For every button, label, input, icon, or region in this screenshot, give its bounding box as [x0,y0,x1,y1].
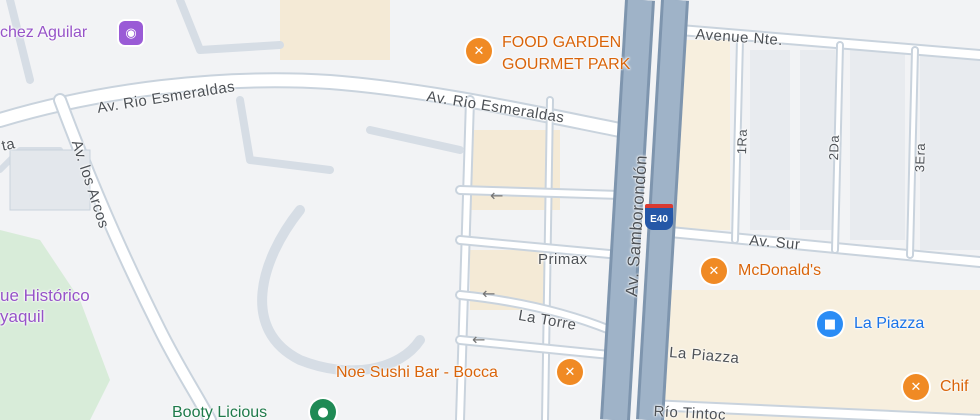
place-label-chif[interactable]: Chif [940,378,968,396]
building-block [280,0,390,60]
road-label-left-edge: ta [0,135,17,155]
place-label-parque-historico-1[interactable]: ue Histórico [0,286,90,306]
tree-icon[interactable]: ● [310,399,336,420]
place-label-parque-historico-2[interactable]: yaquil [0,307,44,327]
shopping-bag-icon[interactable]: ■ [817,311,843,337]
road-label-rio-tinto: Río Tintoc [653,403,727,420]
arrow-left-icon: ← [472,330,486,349]
place-label-noe-sushi[interactable]: Noe Sushi Bar - Bocca [336,364,498,382]
cocktail-icon[interactable]: ◉ [119,21,143,45]
road-label-1ra: 1Ra [734,128,750,155]
fork-knife-icon[interactable]: ✕ [701,258,727,284]
road-label-2da: 2Da [826,134,842,161]
fork-knife-icon[interactable]: ✕ [903,374,929,400]
fork-knife-icon[interactable]: ✕ [557,359,583,385]
place-label-food-garden-1[interactable]: FOOD GARDEN [502,34,621,52]
arrow-left-icon: ← [490,186,504,205]
map-canvas[interactable]: Av. Rio Esmeraldas Av. Rio Esmeraldas Av… [0,0,980,420]
arrow-left-icon: ← [482,284,496,303]
place-label-la-piazza[interactable]: La Piazza [854,315,924,333]
place-label-booty-licious[interactable]: Booty Licious [172,404,267,420]
highway-shield-e40[interactable]: E40 [645,204,673,230]
place-label-mcdonalds[interactable]: McDonald's [738,262,821,280]
place-label-food-garden-2[interactable]: GOURMET PARK [502,56,630,74]
road-label-3era: 3Era [912,142,929,173]
fork-knife-icon[interactable]: ✕ [466,38,492,64]
place-label-chez-aguilar[interactable]: chez Aguilar [0,24,87,42]
residential-grid [750,50,980,250]
map-base-layer [0,0,980,420]
road-label-primax: Primax [538,251,588,268]
